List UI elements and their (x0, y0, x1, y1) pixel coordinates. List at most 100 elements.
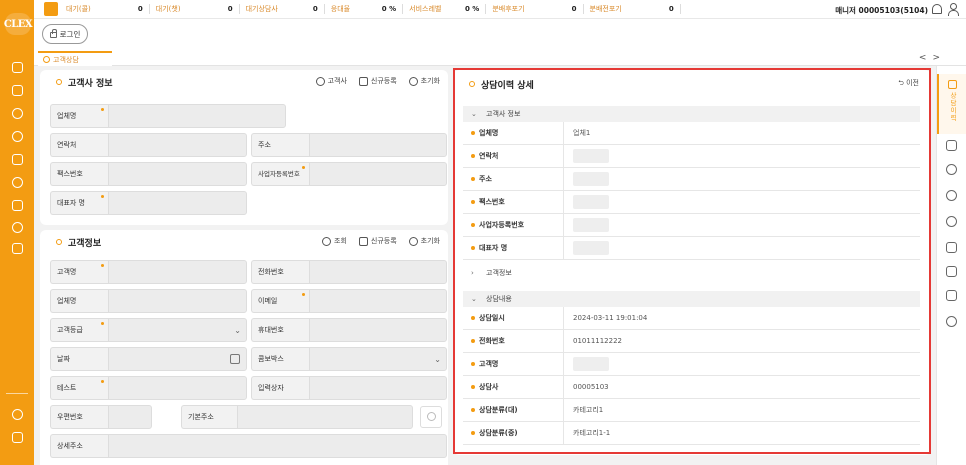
tab-customer-consult[interactable]: 고객상담 (38, 51, 112, 66)
grade-field[interactable]: 고객등급 ⌄ (50, 318, 247, 342)
mobile-field[interactable]: 휴대번호 (251, 318, 447, 342)
bizno-field[interactable]: 사업자등록번호 (251, 162, 447, 186)
row-value: 카테고리1-1 (563, 422, 920, 444)
stat-value: 0 (571, 5, 577, 13)
row-label: 대표자 명 (463, 237, 563, 259)
combo-select[interactable]: ⌄ (309, 347, 447, 371)
logout-icon[interactable] (10, 430, 24, 444)
writer-field[interactable]: 입력상자 (251, 376, 447, 400)
empty-value (573, 149, 609, 163)
phone-field[interactable]: 전화번호 (251, 260, 447, 284)
bizno-input[interactable] (309, 162, 447, 186)
email-field[interactable]: 이메일 (251, 289, 447, 313)
detail-row: 상담사 00005103 (463, 376, 920, 399)
detail-address-input[interactable] (108, 434, 447, 458)
next-tab-button[interactable]: > (932, 53, 946, 63)
settings-icon[interactable] (10, 407, 24, 421)
email-input[interactable] (309, 289, 447, 313)
chat-bubble-icon[interactable] (946, 316, 957, 327)
fax-input[interactable] (108, 162, 247, 186)
support-icon[interactable] (10, 175, 24, 189)
user-icon[interactable] (947, 3, 959, 16)
customer-company-field[interactable]: 업체명 (50, 289, 247, 313)
mobile-input[interactable] (309, 318, 447, 342)
section-title: 고객정보 (486, 269, 512, 277)
contact-input[interactable] (108, 133, 247, 157)
empty-value (573, 357, 609, 371)
section-consult-content[interactable]: ⌄ 상담내용 (463, 291, 920, 307)
action-label: 신규등록 (370, 77, 397, 85)
field-label: 이메일 (251, 289, 309, 313)
consult-history-detail-panel: 상담이력 상세 ⮌ 이전 ⌄ 고객사 정보 업체명 업체1 연락처 주소 팩스번호 … (453, 70, 931, 455)
customer-search-button[interactable]: 조회 (322, 236, 347, 246)
writer-input[interactable] (309, 376, 447, 400)
grade-select[interactable]: ⌄ (108, 318, 247, 342)
test-field[interactable]: 테스트 (50, 376, 247, 400)
customer-info-panel: 고객정보 조회 신규등록 초기화 고객명 전화번호 업체명 이메일 고객등급 ⌄ … (40, 230, 448, 465)
customer-name-input[interactable] (108, 260, 247, 284)
section-title: 고객사 정보 (486, 110, 521, 118)
detail-address-field[interactable]: 상세주소 (50, 434, 447, 458)
action-label: 신규등록 (370, 237, 397, 245)
chat-icon[interactable] (946, 164, 957, 175)
back-button[interactable]: ⮌ 이전 (898, 78, 919, 90)
section-company-info[interactable]: ⌄ 고객사 정보 (463, 106, 920, 122)
refresh-icon[interactable] (946, 216, 957, 227)
field-label: 휴대번호 (251, 318, 309, 342)
detail-row: 상담분류(대) 카테고리1 (463, 399, 920, 422)
edit-icon[interactable] (946, 290, 957, 301)
company-name-field[interactable]: 업체명 (50, 104, 286, 128)
phone-input[interactable] (309, 260, 447, 284)
document-icon[interactable] (946, 266, 957, 277)
zip-input[interactable] (108, 405, 152, 429)
company-reset-button[interactable]: 초기화 (408, 76, 440, 86)
address-input[interactable] (309, 133, 447, 157)
customer-company-input[interactable] (108, 289, 247, 313)
clock-icon[interactable] (10, 220, 24, 234)
customer-name-field[interactable]: 고객명 (50, 260, 247, 284)
address-search-button[interactable] (420, 406, 442, 428)
copy-icon[interactable] (946, 140, 957, 151)
empty-value (573, 218, 609, 232)
company-search-button[interactable]: 고객사 (315, 76, 347, 86)
report-icon[interactable] (10, 198, 24, 212)
customer-new-button[interactable]: 신규등록 (358, 236, 397, 246)
ceo-field[interactable]: 대표자 명 (50, 191, 247, 215)
clipboard-icon[interactable] (10, 83, 24, 97)
base-address-input[interactable] (237, 405, 413, 429)
base-address-field[interactable]: 기본주소 (181, 405, 413, 429)
prev-tab-button[interactable]: < (919, 53, 933, 63)
calendar-icon[interactable] (230, 354, 240, 364)
divider (148, 4, 150, 14)
date-field[interactable]: 날짜 (50, 347, 247, 371)
customer-reset-button[interactable]: 초기화 (408, 236, 440, 246)
login-button[interactable]: 로그인 (42, 24, 88, 44)
row-label: 상담사 (463, 376, 563, 398)
combo-field[interactable]: 콤보박스 ⌄ (251, 347, 447, 371)
consult-history-tab[interactable]: 상담이력 (937, 74, 966, 134)
address-field[interactable]: 주소 (251, 133, 447, 157)
company-new-button[interactable]: 신규등록 (358, 76, 397, 86)
date-input[interactable] (108, 347, 247, 371)
section-customer-info[interactable]: › 고객정보 (463, 265, 920, 281)
bell-icon[interactable] (932, 4, 942, 14)
test-input[interactable] (108, 376, 247, 400)
home-icon[interactable] (44, 2, 58, 16)
fax-field[interactable]: 팩스번호 (50, 162, 247, 186)
company-name-input[interactable] (108, 104, 286, 128)
field-label: 날짜 (50, 347, 108, 371)
ceo-input[interactable] (108, 191, 247, 215)
row-label: 상담분류(대) (463, 399, 563, 421)
shield-icon[interactable] (946, 242, 957, 253)
document-icon[interactable] (10, 241, 24, 255)
refresh-icon[interactable] (10, 129, 24, 143)
contact-field[interactable]: 연락처 (50, 133, 247, 157)
message-icon[interactable] (10, 152, 24, 166)
field-label: 고객명 (50, 260, 108, 284)
chat-icon[interactable] (10, 106, 24, 120)
tab-bar: 고객상담 <> (34, 51, 966, 66)
headset-icon[interactable] (10, 60, 24, 74)
back-icon: ⮌ (898, 79, 907, 87)
zip-field[interactable]: 우편번호 (50, 405, 152, 429)
message-icon[interactable] (946, 190, 957, 201)
